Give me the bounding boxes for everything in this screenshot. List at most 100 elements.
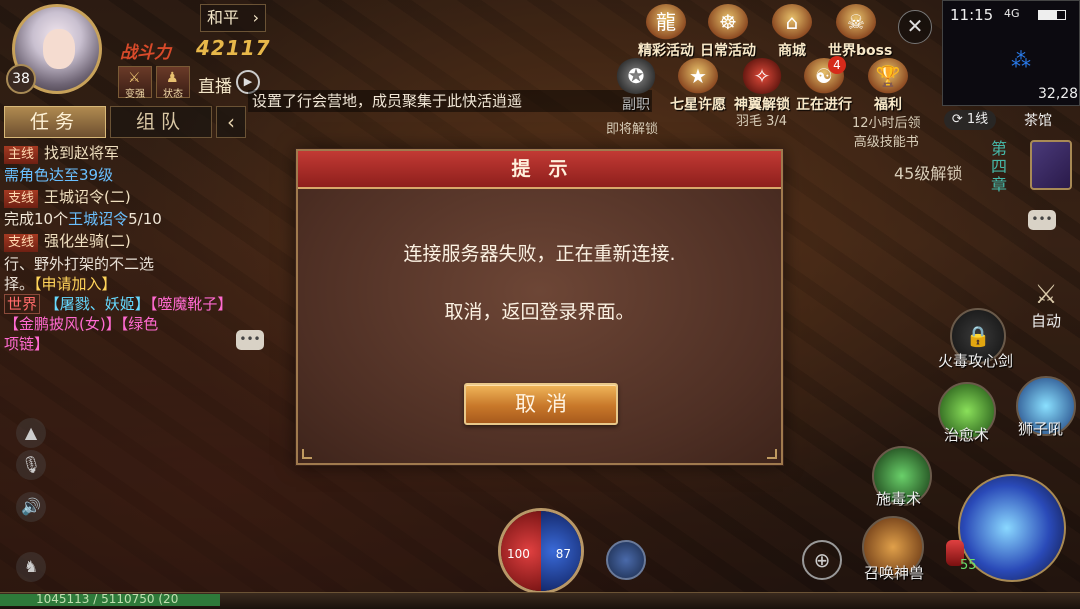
pk-mode-button[interactable]: 和平 › <box>200 4 266 32</box>
item-link[interactable]: 【噬魔靴子】 <box>150 295 233 313</box>
chat-line: 行、野外打架的不二选 <box>4 255 155 273</box>
reward-hint-line2: 高级技能书 <box>853 135 919 150</box>
item-link[interactable]: 【金鹏披风(女)】 <box>4 315 121 333</box>
clock-time: 11:15 <box>950 6 994 24</box>
line-label: 1线 <box>966 112 989 127</box>
chat-bubble-icon[interactable]: ••• <box>236 330 264 350</box>
join-link[interactable]: 【申请加入】 <box>34 275 117 293</box>
notification-badge: 4 <box>828 56 846 74</box>
strengthen-button[interactable]: ⚔ 变强 <box>118 66 152 100</box>
shop-label: 商城 <box>778 43 806 59</box>
quest-title: 强化坐骑(二) <box>44 232 131 250</box>
mp-value: 87 <box>555 547 571 561</box>
feather-progress: 羽毛 3/4 <box>736 114 788 129</box>
daily-label: 日常活动 <box>700 43 756 59</box>
chat-line: 择。 <box>4 275 35 293</box>
book-icon[interactable] <box>1030 140 1072 190</box>
quest-detail: 需角色达至39级 <box>4 166 114 184</box>
refresh-icon: ⟳ <box>951 112 967 127</box>
item-link[interactable]: 【屠戮、妖姬】 <box>45 295 150 313</box>
tab-task[interactable]: 任务 <box>4 106 106 138</box>
status-bar: 11:15 4G <box>942 2 1078 26</box>
star-icon: ★ <box>678 58 718 94</box>
speaker-icon[interactable]: 🔊 <box>16 492 46 522</box>
quest-tag: 支线 <box>4 190 39 208</box>
quest-detail-suffix: 5/10 <box>128 210 162 228</box>
dragon-icon: 龍 <box>646 4 686 40</box>
item-link[interactable]: 项链】 <box>4 335 49 353</box>
quest-detail-prefix: 完成10个 <box>4 210 69 228</box>
chevron-left-icon: ‹ <box>227 110 235 134</box>
person-icon: ♟ <box>166 70 179 86</box>
level-unlock-label: 45级解锁 <box>894 164 963 183</box>
rune-icon[interactable] <box>606 540 646 580</box>
dialog-message: 连接服务器失败，正在重新连接. <box>403 243 676 265</box>
locked-feature-icon: ✪ <box>616 58 656 94</box>
auto-label: 自动 <box>1030 312 1061 330</box>
quest-tag: 支线 <box>4 234 39 252</box>
trophy-icon: 🏆 <box>868 58 908 94</box>
target-icon[interactable]: ⊕ <box>802 540 842 580</box>
world-boss-button[interactable]: ☠ 世界boss <box>828 4 892 60</box>
pk-mode-label: 和平 <box>207 8 240 27</box>
quest-item-main[interactable]: 主线 找到赵将军 需角色达至39级 <box>4 142 244 186</box>
location-name: 茶馆 <box>1024 113 1052 129</box>
scroll-icon: ☸ <box>708 4 748 40</box>
reward-hint: 12小时后领 高级技能书 <box>852 112 921 150</box>
skill-label: 召唤神兽 <box>864 564 925 582</box>
hp-mp-orb: 100 87 <box>498 508 584 594</box>
auto-battle-button[interactable]: ⚔ 自动 <box>1020 280 1072 332</box>
chat-bubble-icon[interactable]: ••• <box>1028 210 1056 230</box>
skill-label: 狮子吼 <box>1018 420 1064 438</box>
welfare-button[interactable]: 🏆 福利 <box>860 58 916 114</box>
welfare-label: 福利 <box>874 97 902 113</box>
activity-button[interactable]: 龍精彩活动 <box>638 4 694 60</box>
wing-unlock-button[interactable]: ✧ 神翼解锁 <box>734 58 790 114</box>
mic-icon[interactable]: 🎙 <box>16 450 46 480</box>
skill-label: 施毒术 <box>876 490 922 508</box>
chapter-label: 第四章 <box>990 139 1007 194</box>
unlock-soon-label: 即将解锁 <box>606 122 659 137</box>
close-icon[interactable]: ✕ <box>898 10 932 44</box>
quest-item-side-1[interactable]: 支线 王城诏令(二) 完成10个王城诏令5/10 <box>4 186 244 230</box>
chat-panel[interactable]: 行、野外打架的不二选 择。【申请加入】 世界 【屠戮、妖姬】【噬魔靴子】 【金鹏… <box>4 254 242 354</box>
live-label[interactable]: 直播 <box>198 72 232 97</box>
power-label: 战斗力 <box>120 43 171 63</box>
activity-label: 精彩活动 <box>638 43 694 59</box>
avatar-face <box>43 29 75 69</box>
hp-value: 100 <box>507 547 530 561</box>
strengthen-label: 变强 <box>125 89 145 100</box>
battery-icon <box>1038 10 1066 20</box>
dialog-corner-ornament <box>302 449 312 459</box>
network-type: 4G <box>1004 7 1020 20</box>
potion-count: 55 <box>960 558 977 573</box>
crossed-swords-icon: ⚔ <box>1034 280 1058 310</box>
seven-star-button[interactable]: ★ 七星许愿 <box>670 58 726 114</box>
quest-item-side-2[interactable]: 支线 强化坐骑(二) <box>4 230 244 252</box>
daily-button[interactable]: ☸ 日常活动 <box>700 4 756 60</box>
wing-icon: ✧ <box>742 58 782 94</box>
shop-icon: ⌂ <box>772 4 812 40</box>
boss-icon: ☠ <box>836 4 876 40</box>
quest-title: 找到赵将军 <box>44 144 120 162</box>
item-link[interactable]: 【绿色 <box>121 315 159 333</box>
collapse-panel-button[interactable]: ‹ <box>216 106 246 138</box>
map-coordinates: 32,28 <box>1038 86 1079 102</box>
tab-team[interactable]: 组队 <box>110 106 212 138</box>
shop-button[interactable]: ⌂ 商城 <box>764 4 820 60</box>
line-switch-button[interactable]: ⟳ 1线 <box>944 110 996 130</box>
fortune-button[interactable]: ✪ 副职 <box>608 58 664 114</box>
status-button[interactable]: ♟ 状态 <box>156 66 190 100</box>
power-value: 42117 <box>196 36 271 60</box>
horse-icon[interactable]: ♞ <box>16 552 46 582</box>
ongoing-event-label: 正在进行 <box>796 97 852 113</box>
sword-icon: ⚔ <box>128 70 141 86</box>
quest-detail-highlight: 王城诏令 <box>68 210 129 228</box>
quest-tag: 主线 <box>4 146 39 164</box>
reward-hint-line1: 12小时后领 <box>852 116 921 131</box>
chevron-up-icon[interactable]: ▲ <box>16 418 46 448</box>
cancel-button[interactable]: 取消 <box>464 383 618 425</box>
exp-text: 1045113 / 5110750 (20 <box>36 592 179 606</box>
system-ticker: 设置了行会营地，成员聚集于此快活逍遥 <box>248 90 652 112</box>
ongoing-event-button[interactable]: ☯ 正在进行 4 <box>796 56 852 114</box>
